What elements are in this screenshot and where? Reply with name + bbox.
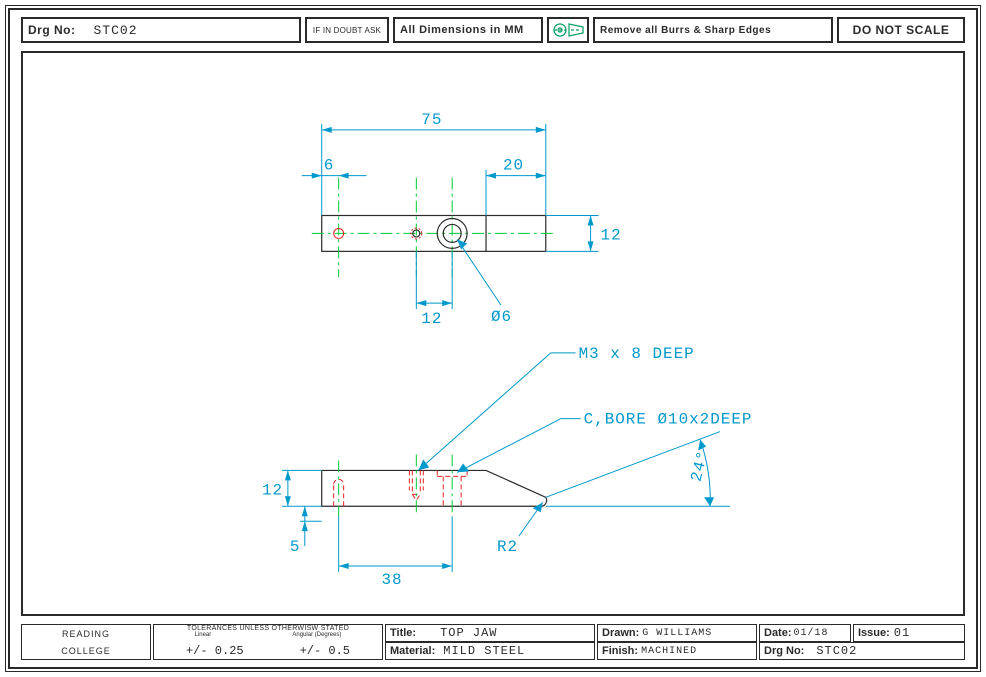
header-doubt-cell: IF IN DOUBT ASK	[305, 17, 389, 43]
drgno2-label: Drg No:	[764, 645, 804, 657]
header-noscale-cell: DO NOT SCALE	[837, 17, 965, 43]
drgno2-cell: Drg No: STC02	[759, 642, 965, 660]
dim-cbore: C,BORE Ø10x2DEEP	[584, 411, 753, 429]
drawing-svg: 75 6 20 12	[23, 53, 963, 614]
dim-12-width: 12	[601, 226, 622, 244]
noscale-text: DO NOT SCALE	[853, 23, 950, 37]
plan-dims: 75 6 20 12	[302, 111, 622, 328]
dim-m3: M3 x 8 DEEP	[579, 345, 695, 363]
date-label: Date:	[764, 627, 792, 639]
side-view	[322, 454, 547, 516]
material-label: Material:	[390, 645, 435, 657]
projection-symbol-icon	[549, 20, 587, 40]
header-drgno-cell: Drg No: STC02	[21, 17, 301, 43]
dim-20: 20	[503, 157, 524, 175]
issue-value: 01	[894, 626, 910, 640]
tol-head: TOLERANCES UNLESS OTHERWISW STATED	[154, 625, 382, 632]
tol-ang: +/- 0.5	[300, 644, 350, 658]
dim-12-height: 12	[262, 481, 283, 499]
material-value: MILD STEEL	[443, 644, 525, 658]
finish-value: MACHINED	[641, 646, 697, 657]
tolerance-header-cell: TOLERANCES UNLESS OTHERWISW STATED Linea…	[153, 624, 383, 642]
dim-dia6: Ø6	[491, 308, 512, 326]
drgno2-value: STC02	[816, 644, 857, 658]
drawn-value: G WILLIAMS	[642, 628, 712, 639]
title-label: Title:	[390, 627, 416, 639]
header-strip: Drg No: STC02 IF IN DOUBT ASK All Dimens…	[21, 17, 965, 43]
material-cell: Material: MILD STEEL	[385, 642, 595, 660]
tol-values-cell: +/- 0.25 +/- 0.5	[153, 642, 383, 660]
dim-r2: R2	[497, 538, 518, 556]
header-burrs-cell: Remove all Burrs & Sharp Edges	[593, 17, 833, 43]
title-cell: Title: TOP JAW	[385, 624, 595, 642]
units-text: All Dimensions in MM	[400, 24, 524, 36]
drg-no-label: Drg No:	[28, 23, 76, 37]
finish-cell: Finish: MACHINED	[597, 642, 757, 660]
drawn-label: Drawn:	[602, 627, 639, 639]
tol-ang-label: Angular (Degrees)	[292, 632, 341, 638]
dim-5: 5	[290, 538, 301, 556]
drawn-cell: Drawn: G WILLIAMS	[597, 624, 757, 642]
header-projection-cell	[547, 17, 589, 43]
side-dims: 12 5 38 R2	[262, 345, 752, 589]
drg-no-value: STC02	[94, 23, 138, 38]
finish-label: Finish:	[602, 645, 638, 657]
dim-12-holes: 12	[421, 310, 442, 328]
drawing-area: 75 6 20 12	[21, 51, 965, 616]
date-cell: Date: 01/18	[759, 624, 851, 642]
header-units-cell: All Dimensions in MM	[393, 17, 543, 43]
org-line2: COLLEGE	[21, 642, 151, 660]
date-value: 01/18	[794, 628, 829, 639]
tol-lin-label: Linear	[195, 632, 212, 638]
dim-75: 75	[421, 111, 442, 129]
dim-38: 38	[381, 571, 402, 589]
doubt-text: IF IN DOUBT ASK	[313, 26, 381, 35]
plan-view	[312, 178, 556, 278]
burrs-text: Remove all Burrs & Sharp Edges	[600, 25, 771, 36]
titleblock-row-2: COLLEGE +/- 0.25 +/- 0.5 Material: MILD …	[21, 642, 965, 660]
dim-6: 6	[324, 157, 335, 175]
titleblock-row-1: READING TOLERANCES UNLESS OTHERWISW STAT…	[21, 624, 965, 642]
issue-cell: Issue: 01	[853, 624, 965, 642]
tol-lin: +/- 0.25	[186, 644, 244, 658]
title-value: TOP JAW	[440, 626, 497, 640]
sheet: Drg No: STC02 IF IN DOUBT ASK All Dimens…	[5, 5, 981, 672]
org-line1: READING	[21, 624, 151, 642]
issue-label: Issue:	[858, 627, 890, 639]
titleblock: READING TOLERANCES UNLESS OTHERWISW STAT…	[21, 624, 965, 660]
